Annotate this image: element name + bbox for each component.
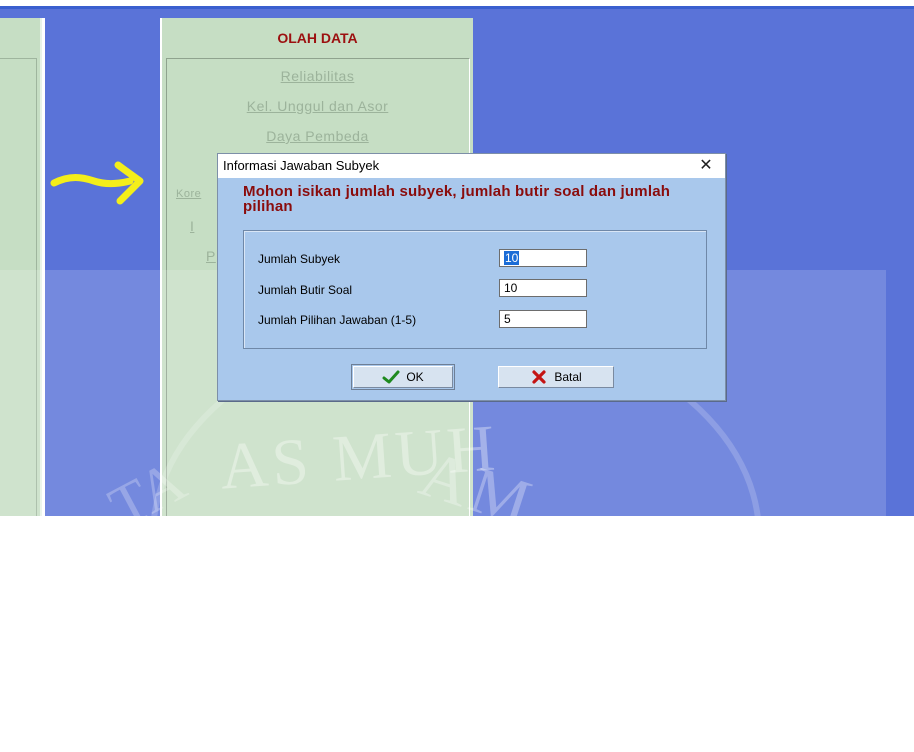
top-border: [0, 0, 914, 9]
menu-title: OLAH DATA: [277, 30, 358, 46]
check-icon: [382, 370, 400, 384]
batal-button[interactable]: Batal: [498, 366, 614, 388]
dialog-titlebar[interactable]: Informasi Jawaban Subyek ✕: [218, 154, 725, 178]
jumlah-subyek-label: Jumlah Subyek: [258, 252, 341, 266]
jumlah-pilihan-jawaban-input[interactable]: 5: [499, 310, 587, 328]
x-icon: [532, 370, 546, 384]
menu-item-partial-i[interactable]: I: [190, 218, 194, 234]
menu-item-kel-unggul-asor[interactable]: Kel. Unggul dan Asor: [162, 98, 473, 114]
dialog-title: Informasi Jawaban Subyek: [223, 158, 380, 173]
close-icon[interactable]: ✕: [695, 155, 717, 177]
menu-item-reliabilitas[interactable]: Reliabilitas: [162, 68, 473, 84]
batal-label: Batal: [554, 370, 582, 384]
fields-groupbox: Jumlah Subyek 10 Jumlah Butir Soal 10 Ju…: [243, 230, 707, 349]
ok-label: OK: [406, 370, 424, 384]
jumlah-butir-soal-label: Jumlah Butir Soal: [258, 283, 353, 297]
jumlah-butir-soal-input[interactable]: 10: [499, 279, 587, 297]
dialog-heading: Mohon isikan jumlah subyek, jumlah butir…: [243, 183, 671, 215]
jumlah-butir-soal-value: 10: [504, 281, 518, 295]
menu-item-daya-pembeda[interactable]: Daya Pembeda: [162, 128, 473, 144]
jumlah-pilihan-jawaban-value: 5: [504, 312, 511, 326]
menu-item-kore-partial[interactable]: Kore: [176, 188, 201, 200]
menu-item-partial-p1[interactable]: P: [206, 248, 216, 264]
jumlah-pilihan-jawaban-label: Jumlah Pilihan Jawaban (1-5): [258, 313, 417, 327]
ok-button[interactable]: OK: [351, 364, 455, 390]
informasi-jawaban-dialog: Informasi Jawaban Subyek ✕ Mohon isikan …: [217, 153, 726, 401]
right-arrow-icon: [50, 161, 144, 205]
jumlah-subyek-value: 10: [504, 251, 520, 265]
jumlah-subyek-input[interactable]: 10: [499, 249, 587, 267]
